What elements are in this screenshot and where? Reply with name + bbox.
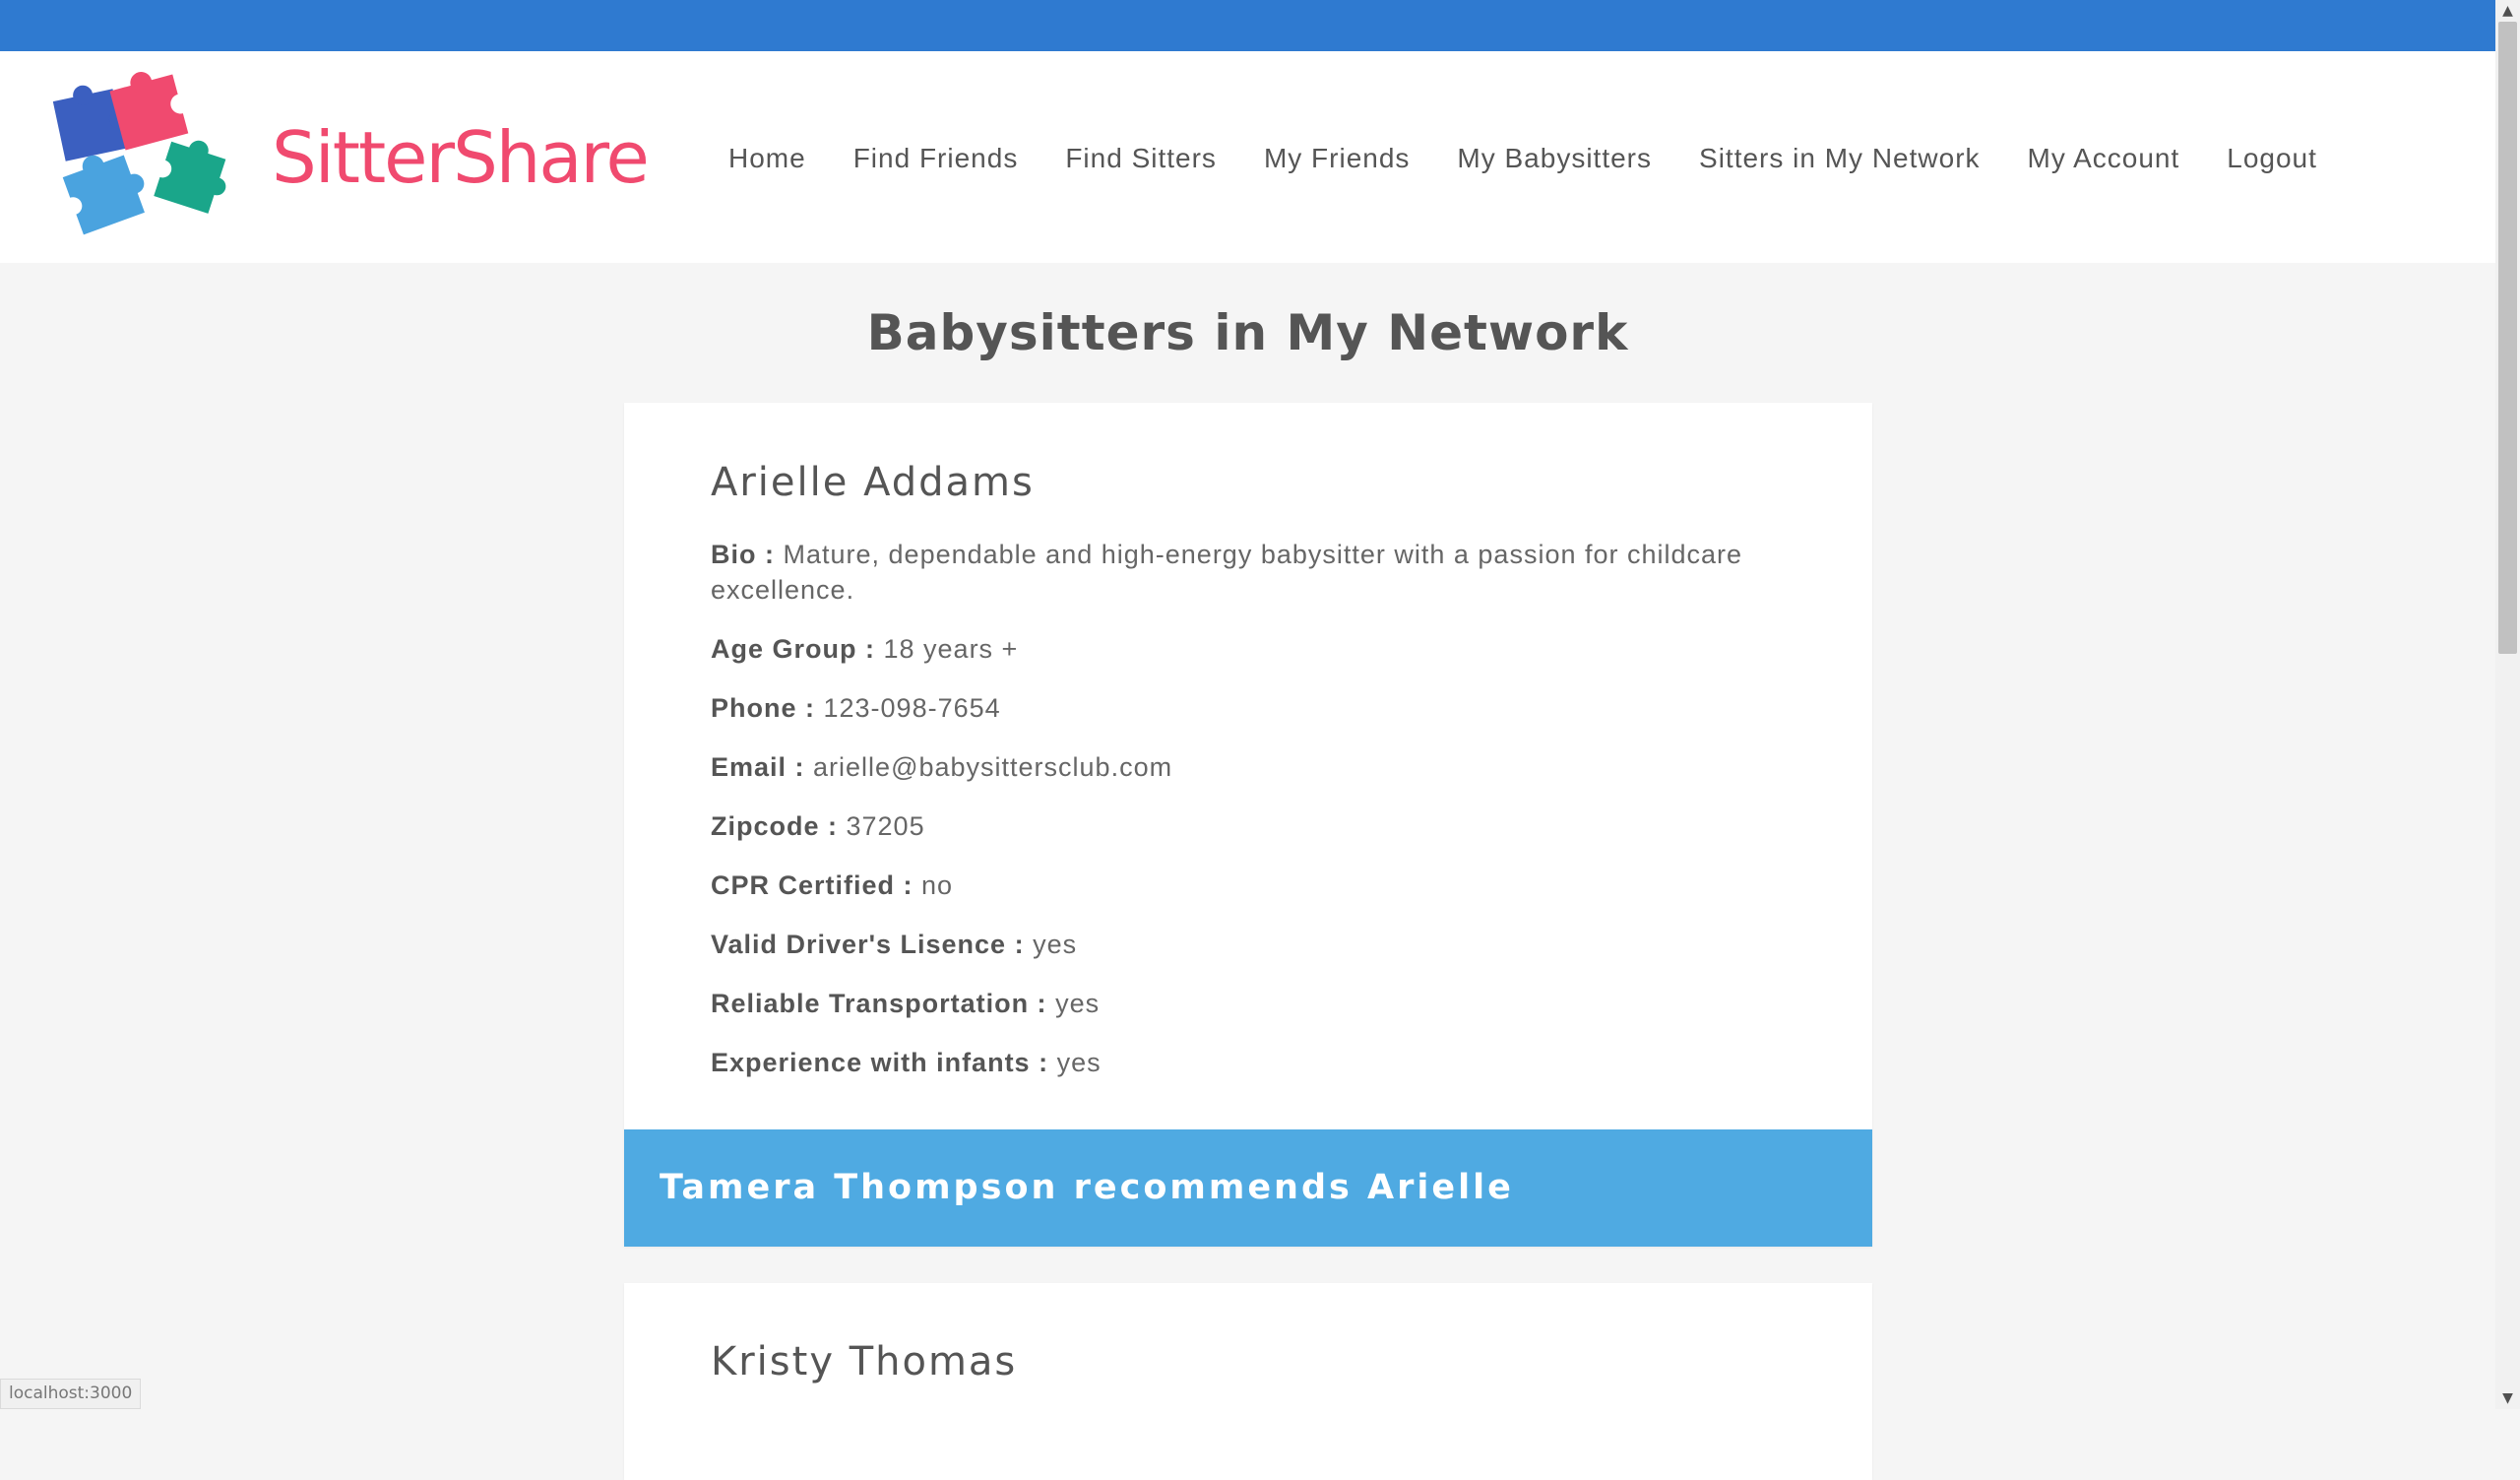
sitter-details: Bio : Mature, dependable and high-energy… xyxy=(711,537,1813,1104)
nav-my-account[interactable]: My Account xyxy=(2004,136,2204,185)
sitter-card: Kristy Thomas xyxy=(624,1283,1872,1480)
field-value: 18 years + xyxy=(875,634,1019,664)
brand-name[interactable]: SitterShare xyxy=(272,113,650,202)
puzzle-logo-icon[interactable] xyxy=(49,71,236,243)
recommendation-banner: Tamera Thompson recommends Arielle xyxy=(624,1129,1872,1247)
field-label: Reliable Transportation : xyxy=(711,989,1047,1018)
nav-home[interactable]: Home xyxy=(705,136,830,185)
field-bio: Bio : Mature, dependable and high-energy… xyxy=(711,537,1813,608)
status-bar-url: localhost:3000 xyxy=(0,1379,142,1409)
field-value: 37205 xyxy=(838,811,925,841)
field-cpr-certified: CPR Certified : no xyxy=(711,868,1813,903)
field-experience-infants: Experience with infants : yes xyxy=(711,1045,1813,1080)
field-label: Experience with infants : xyxy=(711,1048,1049,1077)
top-color-strip xyxy=(0,0,2495,51)
field-label: Phone : xyxy=(711,693,815,723)
nav-my-friends[interactable]: My Friends xyxy=(1240,136,1433,185)
recommendation-text: Tamera Thompson recommends Arielle xyxy=(660,1168,1514,1207)
field-value: no xyxy=(913,870,954,900)
field-age-group: Age Group : 18 years + xyxy=(711,631,1813,667)
field-value: yes xyxy=(1024,930,1078,959)
field-label: Zipcode : xyxy=(711,811,838,841)
field-value: yes xyxy=(1046,989,1101,1018)
field-label: Valid Driver's Lisence : xyxy=(711,930,1025,959)
vertical-scrollbar[interactable]: ▲ ▼ xyxy=(2495,0,2520,1409)
field-value: arielle@babysittersclub.com xyxy=(804,752,1173,782)
field-label: Age Group : xyxy=(711,634,875,664)
sitter-name: Kristy Thomas xyxy=(711,1339,1018,1384)
field-value: yes xyxy=(1048,1048,1102,1077)
scroll-down-arrow-icon[interactable]: ▼ xyxy=(2495,1387,2520,1409)
nav-find-friends[interactable]: Find Friends xyxy=(830,136,1042,185)
main-nav: Home Find Friends Find Sitters My Friend… xyxy=(705,136,2341,185)
sitter-name: Arielle Addams xyxy=(711,460,1035,505)
nav-logout[interactable]: Logout xyxy=(2203,136,2341,185)
field-drivers-license: Valid Driver's Lisence : yes xyxy=(711,927,1813,962)
scroll-up-arrow-icon[interactable]: ▲ xyxy=(2495,0,2520,22)
field-label: Bio : xyxy=(711,540,775,569)
scrollbar-thumb[interactable] xyxy=(2498,22,2517,654)
nav-my-babysitters[interactable]: My Babysitters xyxy=(1433,136,1675,185)
field-value: Mature, dependable and high-energy babys… xyxy=(711,540,1743,605)
nav-sitters-in-my-network[interactable]: Sitters in My Network xyxy=(1675,136,2004,185)
site-header: SitterShare Home Find Friends Find Sitte… xyxy=(0,51,2495,263)
page-title: Babysitters in My Network xyxy=(866,304,1629,361)
field-reliable-transportation: Reliable Transportation : yes xyxy=(711,986,1813,1021)
field-zipcode: Zipcode : 37205 xyxy=(711,808,1813,844)
nav-find-sitters[interactable]: Find Sitters xyxy=(1041,136,1240,185)
field-value: 123-098-7654 xyxy=(815,693,1001,723)
field-email: Email : arielle@babysittersclub.com xyxy=(711,749,1813,785)
field-label: CPR Certified : xyxy=(711,870,914,900)
field-label: Email : xyxy=(711,752,805,782)
field-phone: Phone : 123-098-7654 xyxy=(711,690,1813,726)
sitter-card: Arielle Addams Bio : Mature, dependable … xyxy=(624,403,1872,1247)
